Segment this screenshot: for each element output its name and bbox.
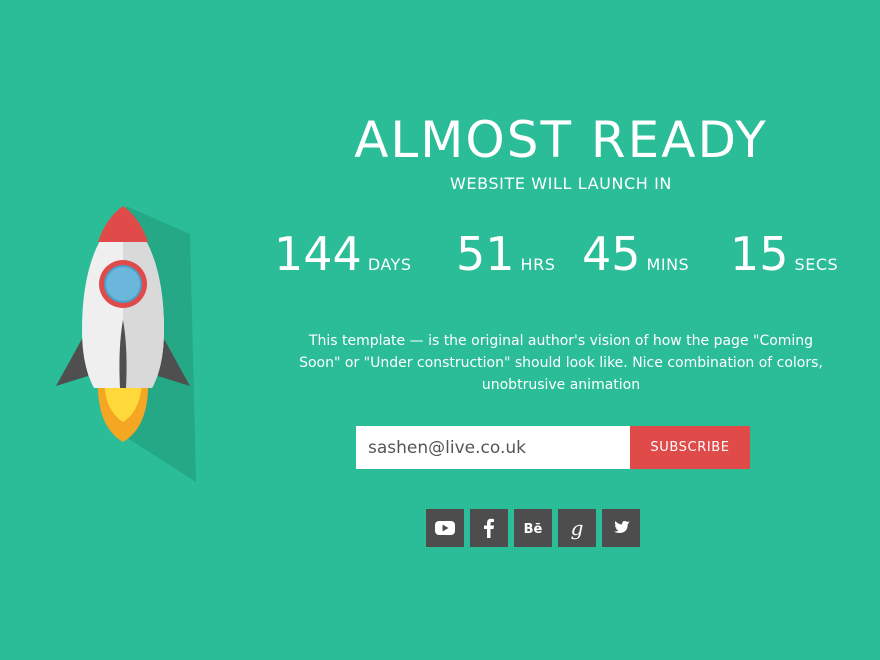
countdown-unit: SECS bbox=[794, 255, 839, 274]
behance-link[interactable]: Bē bbox=[514, 509, 552, 547]
subscribe-form: SUBSCRIBE bbox=[356, 426, 750, 469]
main-content: ALMOST READY WEBSITE WILL LAUNCH IN 144 D… bbox=[260, 110, 850, 547]
countdown-unit: MINS bbox=[646, 255, 690, 274]
countdown-days: 144 DAYS bbox=[274, 228, 411, 280]
rocket-illustration bbox=[56, 206, 196, 482]
social-links: Bē g bbox=[426, 509, 640, 547]
email-input[interactable] bbox=[356, 426, 630, 469]
behance-icon: Bē bbox=[524, 522, 543, 537]
countdown-minutes: 45 MINS bbox=[582, 228, 689, 280]
countdown-seconds: 15 SECS bbox=[730, 228, 838, 280]
countdown-value: 51 bbox=[456, 227, 515, 281]
google-glyph: g bbox=[571, 516, 584, 540]
description-text: This template — is the original author's… bbox=[299, 333, 823, 393]
behance-glyph: Bē bbox=[524, 522, 543, 537]
subscribe-button[interactable]: SUBSCRIBE bbox=[630, 426, 750, 469]
facebook-icon bbox=[484, 518, 494, 538]
page-title: ALMOST READY bbox=[354, 111, 768, 169]
launch-subtitle: WEBSITE WILL LAUNCH IN bbox=[449, 174, 672, 193]
countdown-value: 45 bbox=[582, 227, 641, 281]
countdown-value: 144 bbox=[274, 227, 362, 281]
youtube-icon bbox=[435, 521, 455, 535]
facebook-link[interactable] bbox=[470, 509, 508, 547]
countdown-unit: DAYS bbox=[367, 255, 412, 274]
youtube-link[interactable] bbox=[426, 509, 464, 547]
countdown-timer: 144 DAYS 51 HRS 45 MINS 15 SECS bbox=[260, 228, 850, 288]
twitter-link[interactable] bbox=[602, 509, 640, 547]
coming-soon-page: ALMOST READY WEBSITE WILL LAUNCH IN 144 D… bbox=[0, 0, 880, 660]
google-icon: g bbox=[571, 516, 584, 540]
countdown-hours: 51 HRS bbox=[456, 228, 555, 280]
twitter-icon bbox=[613, 521, 630, 533]
countdown-unit: HRS bbox=[520, 255, 556, 274]
countdown-value: 15 bbox=[730, 227, 789, 281]
google-link[interactable]: g bbox=[558, 509, 596, 547]
